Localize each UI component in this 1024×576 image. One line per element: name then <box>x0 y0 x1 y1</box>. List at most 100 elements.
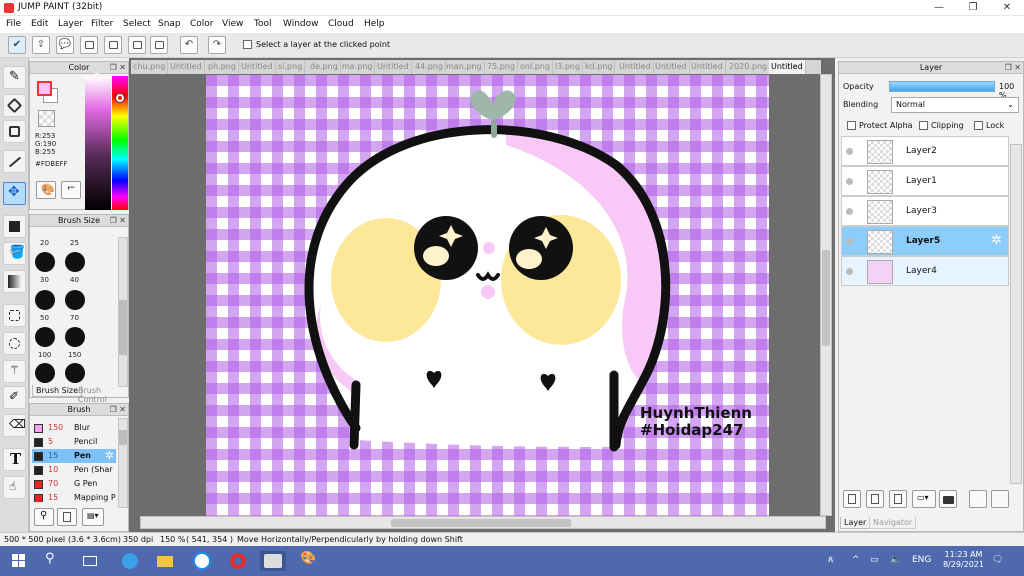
visibility-icon[interactable] <box>846 178 853 185</box>
line-tool[interactable] <box>3 150 26 173</box>
layer-row[interactable]: Layer4 <box>841 256 1009 286</box>
duplicate-layer-button[interactable] <box>969 490 987 508</box>
hue-slider-handle[interactable] <box>116 94 124 102</box>
language-indicator[interactable]: ENG <box>912 555 931 565</box>
brush-size-option[interactable] <box>35 363 55 383</box>
brush-size-scroll-thumb[interactable] <box>119 300 127 355</box>
visibility-icon[interactable] <box>846 148 853 155</box>
volume-icon[interactable]: 🔈 <box>890 555 901 565</box>
doc-tab[interactable]: Untitled <box>617 60 654 74</box>
layer-row[interactable]: Layer2 <box>841 136 1009 166</box>
menu-file[interactable]: File <box>6 19 21 29</box>
panel-buttons[interactable]: ❐ ✕ <box>1005 63 1021 73</box>
select-eraser-tool[interactable]: ⌫ <box>3 414 26 437</box>
gear-icon[interactable]: ✲ <box>105 449 114 462</box>
list-button[interactable] <box>128 36 146 54</box>
redo-button[interactable]: ↷ <box>208 36 226 54</box>
brush-menu-button[interactable]: ▤▾ <box>82 508 104 526</box>
new-layer-8bit-button[interactable] <box>866 490 884 508</box>
lock-checkbox[interactable] <box>974 121 983 130</box>
menu-color[interactable]: Color <box>190 19 214 29</box>
doc-tab-active[interactable]: Untitled <box>769 60 806 74</box>
tab-layer[interactable]: Layer <box>840 517 871 529</box>
menu-tool[interactable]: Tool <box>254 19 271 29</box>
network-icon[interactable]: ▭ <box>870 555 879 565</box>
file-explorer-icon[interactable] <box>155 551 175 571</box>
bucket-tool[interactable]: 🪣 <box>3 242 26 265</box>
brush-size-option[interactable] <box>65 252 85 272</box>
rectangle-tool[interactable] <box>3 120 26 143</box>
doc-tab[interactable]: ph.png <box>206 60 239 74</box>
visibility-icon[interactable] <box>846 268 853 275</box>
brush-item[interactable]: 70 G Pen <box>32 477 116 491</box>
menu-filter[interactable]: Filter <box>91 19 113 29</box>
brush-size-option[interactable] <box>65 290 85 310</box>
protect-alpha-checkbox[interactable] <box>847 121 856 130</box>
edge-browser-icon[interactable] <box>120 551 140 571</box>
opera-icon[interactable] <box>228 551 248 571</box>
color-palette-button[interactable]: 🎨 <box>36 181 56 199</box>
select-rect-tool[interactable] <box>3 304 26 327</box>
doc-tab[interactable]: 2020.png <box>727 60 771 74</box>
jump-paint-taskbar-icon[interactable] <box>260 551 286 571</box>
brush-item[interactable]: 5 Pencil <box>32 435 116 449</box>
doc-tab[interactable]: Untitled <box>689 60 726 74</box>
start-button[interactable] <box>9 551 29 571</box>
brush-tool[interactable]: ✎ <box>3 66 26 89</box>
clock[interactable]: 11:23 AM 8/29/2021 <box>943 550 984 570</box>
doc-tab[interactable]: Untitled <box>239 60 276 74</box>
tab-brush-control[interactable]: Brush Control <box>75 385 128 405</box>
brush-item[interactable]: 150 Blur <box>32 421 116 435</box>
layer-type-dropdown[interactable]: ▭▾ <box>912 490 936 508</box>
visibility-icon[interactable] <box>846 238 853 245</box>
brush-size-option[interactable] <box>65 327 85 347</box>
person-icon[interactable]: ጰ <box>828 555 833 565</box>
comment-button[interactable]: 💬 <box>56 36 74 54</box>
notifications-icon[interactable]: 🗨 <box>992 555 1003 565</box>
panel-buttons[interactable]: ❐ ✕ <box>110 405 126 415</box>
horizontal-scroll-thumb[interactable] <box>391 519 571 527</box>
clipping-checkbox[interactable] <box>919 121 928 130</box>
brush-size-option[interactable] <box>35 252 55 272</box>
merge-layer-button[interactable] <box>991 490 1009 508</box>
brush-size-option[interactable] <box>35 290 55 310</box>
foreground-color-swatch[interactable] <box>37 81 52 96</box>
grid-button[interactable] <box>150 36 168 54</box>
menu-select[interactable]: Select <box>123 19 151 29</box>
color-settings-button[interactable]: ⌐ <box>61 181 81 199</box>
menu-snap[interactable]: Snap <box>158 19 181 29</box>
move-tool[interactable]: ✥ <box>3 182 26 205</box>
cloud-sync-button[interactable]: ✔ <box>8 36 26 54</box>
menu-view[interactable]: View <box>222 19 243 29</box>
doc-tab[interactable]: chu.png <box>131 60 169 74</box>
doc-tab[interactable]: 44.png <box>413 60 446 74</box>
menu-layer[interactable]: Layer <box>58 19 83 29</box>
brush-size-option[interactable] <box>35 327 55 347</box>
doc-tab[interactable]: man.png <box>444 60 485 74</box>
saturation-value-picker[interactable] <box>85 76 111 210</box>
document-button[interactable] <box>104 36 122 54</box>
gear-icon[interactable]: ✲ <box>991 233 1002 248</box>
menu-window[interactable]: Window <box>283 19 319 29</box>
doc-tab[interactable]: Untitled <box>653 60 690 74</box>
canvas-horizontal-scrollbar[interactable] <box>140 516 826 529</box>
vertical-scroll-thumb[interactable] <box>822 250 830 346</box>
panel-buttons[interactable]: ❐ ✕ <box>110 63 126 73</box>
doc-tab[interactable]: 75.png <box>485 60 518 74</box>
new-layer-button[interactable] <box>843 490 861 508</box>
lasso-tool[interactable] <box>3 332 26 355</box>
paint-app-icon[interactable]: 🎨 <box>300 551 320 571</box>
menu-cloud[interactable]: Cloud <box>328 19 354 29</box>
layer-row[interactable]: Layer1 <box>841 166 1009 196</box>
minimize-button[interactable]: — <box>922 0 956 16</box>
layer-row[interactable]: Layer3 <box>841 196 1009 226</box>
message-button[interactable] <box>80 36 98 54</box>
magic-wand-tool[interactable]: ⚚ <box>3 360 26 383</box>
new-layer-1bit-button[interactable] <box>889 490 907 508</box>
brush-new-button[interactable] <box>57 508 77 526</box>
search-icon[interactable]: ⚲ <box>45 551 65 571</box>
brush-list-scroll-thumb[interactable] <box>119 430 127 445</box>
opacity-slider[interactable] <box>889 81 995 92</box>
doc-tab[interactable]: l3.png <box>553 60 584 74</box>
eraser-tool[interactable] <box>3 94 26 117</box>
